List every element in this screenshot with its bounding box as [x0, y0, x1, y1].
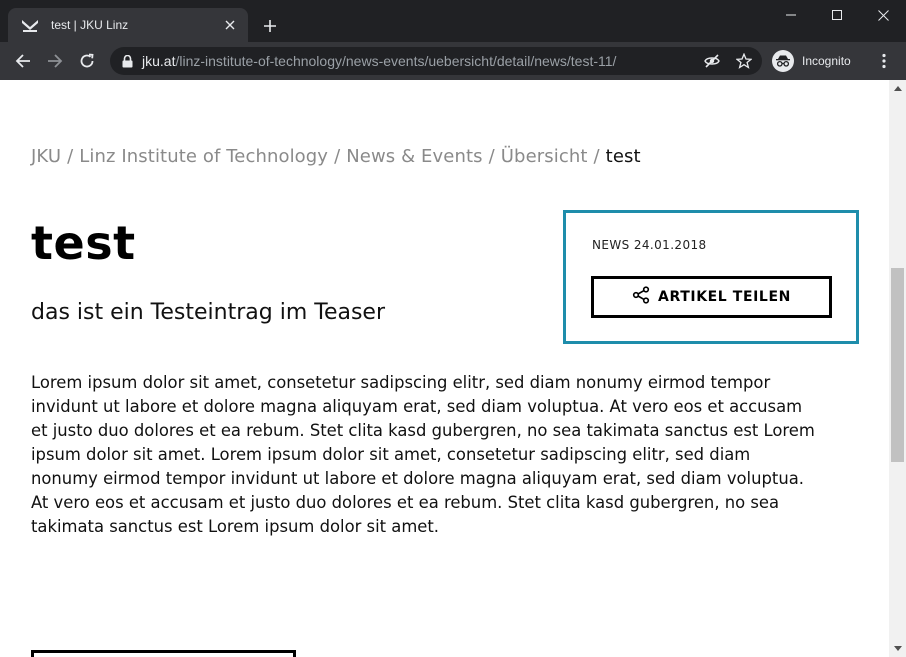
jku-logo-icon	[22, 17, 38, 33]
reload-icon[interactable]	[75, 49, 99, 73]
breadcrumb-item-uebersicht[interactable]: Übersicht	[501, 146, 588, 167]
back-icon[interactable]	[11, 49, 35, 73]
incognito-label: Incognito	[802, 54, 851, 68]
breadcrumb-item-news-events[interactable]: News & Events	[346, 146, 482, 167]
breadcrumb-item-jku[interactable]: JKU	[31, 146, 61, 167]
share-icon	[632, 286, 650, 308]
share-button-label: ARTIKEL TEILEN	[658, 289, 791, 305]
news-date: NEWS 24.01.2018	[592, 238, 707, 252]
breadcrumb-current: test	[605, 146, 641, 167]
tab-title: test | JKU Linz	[51, 18, 129, 32]
address-bar[interactable]: jku.at/linz-institute-of-technology/news…	[110, 47, 762, 75]
incognito-indicator[interactable]: Incognito	[772, 48, 851, 74]
url-path: /linz-institute-of-technology/news-event…	[175, 53, 617, 69]
star-icon[interactable]	[736, 53, 752, 69]
breadcrumb: JKU / Linz Institute of Technology / News & …	[31, 146, 641, 167]
browser-toolbar: jku.at/linz-institute-of-technology/news…	[0, 42, 906, 80]
url-host: jku.at	[142, 53, 176, 69]
forward-icon[interactable]	[43, 49, 67, 73]
scroll-down-arrow-icon[interactable]	[889, 640, 906, 657]
breadcrumb-separator: /	[593, 146, 600, 167]
breadcrumb-separator: /	[488, 146, 495, 167]
article-body: Lorem ipsum dolor sit amet, consetetur s…	[31, 373, 815, 536]
incognito-icon	[772, 50, 794, 72]
share-article-button[interactable]: ARTIKEL TEILEN	[591, 276, 832, 318]
url-text: jku.at/linz-institute-of-technology/news…	[142, 53, 616, 69]
browser-tab[interactable]: test | JKU Linz	[8, 8, 248, 42]
close-icon[interactable]	[222, 17, 238, 33]
news-info-box: NEWS 24.01.2018 ARTIKEL TEILEN	[563, 210, 859, 344]
page-viewport: JKU / Linz Institute of Technology / News & …	[0, 80, 889, 657]
scrollbar[interactable]	[889, 80, 906, 657]
breadcrumb-separator: /	[334, 146, 341, 167]
breadcrumb-item-lit[interactable]: Linz Institute of Technology	[79, 146, 328, 167]
breadcrumb-separator: /	[67, 146, 74, 167]
scroll-up-arrow-icon[interactable]	[889, 80, 906, 97]
more-vert-icon[interactable]	[874, 51, 894, 71]
tab-strip: test | JKU Linz	[0, 0, 906, 42]
page-title: test	[31, 216, 136, 270]
scrollbar-thumb[interactable]	[891, 268, 904, 462]
minimize-icon[interactable]	[768, 0, 814, 30]
teaser-text: das ist ein Testeintrag im Teaser	[31, 300, 385, 325]
window-close-icon[interactable]	[860, 0, 906, 30]
bottom-button-partial[interactable]	[31, 650, 296, 657]
maximize-icon[interactable]	[814, 0, 860, 30]
plus-icon[interactable]	[260, 16, 280, 36]
lock-icon	[120, 54, 134, 68]
eye-off-icon[interactable]	[704, 53, 720, 69]
